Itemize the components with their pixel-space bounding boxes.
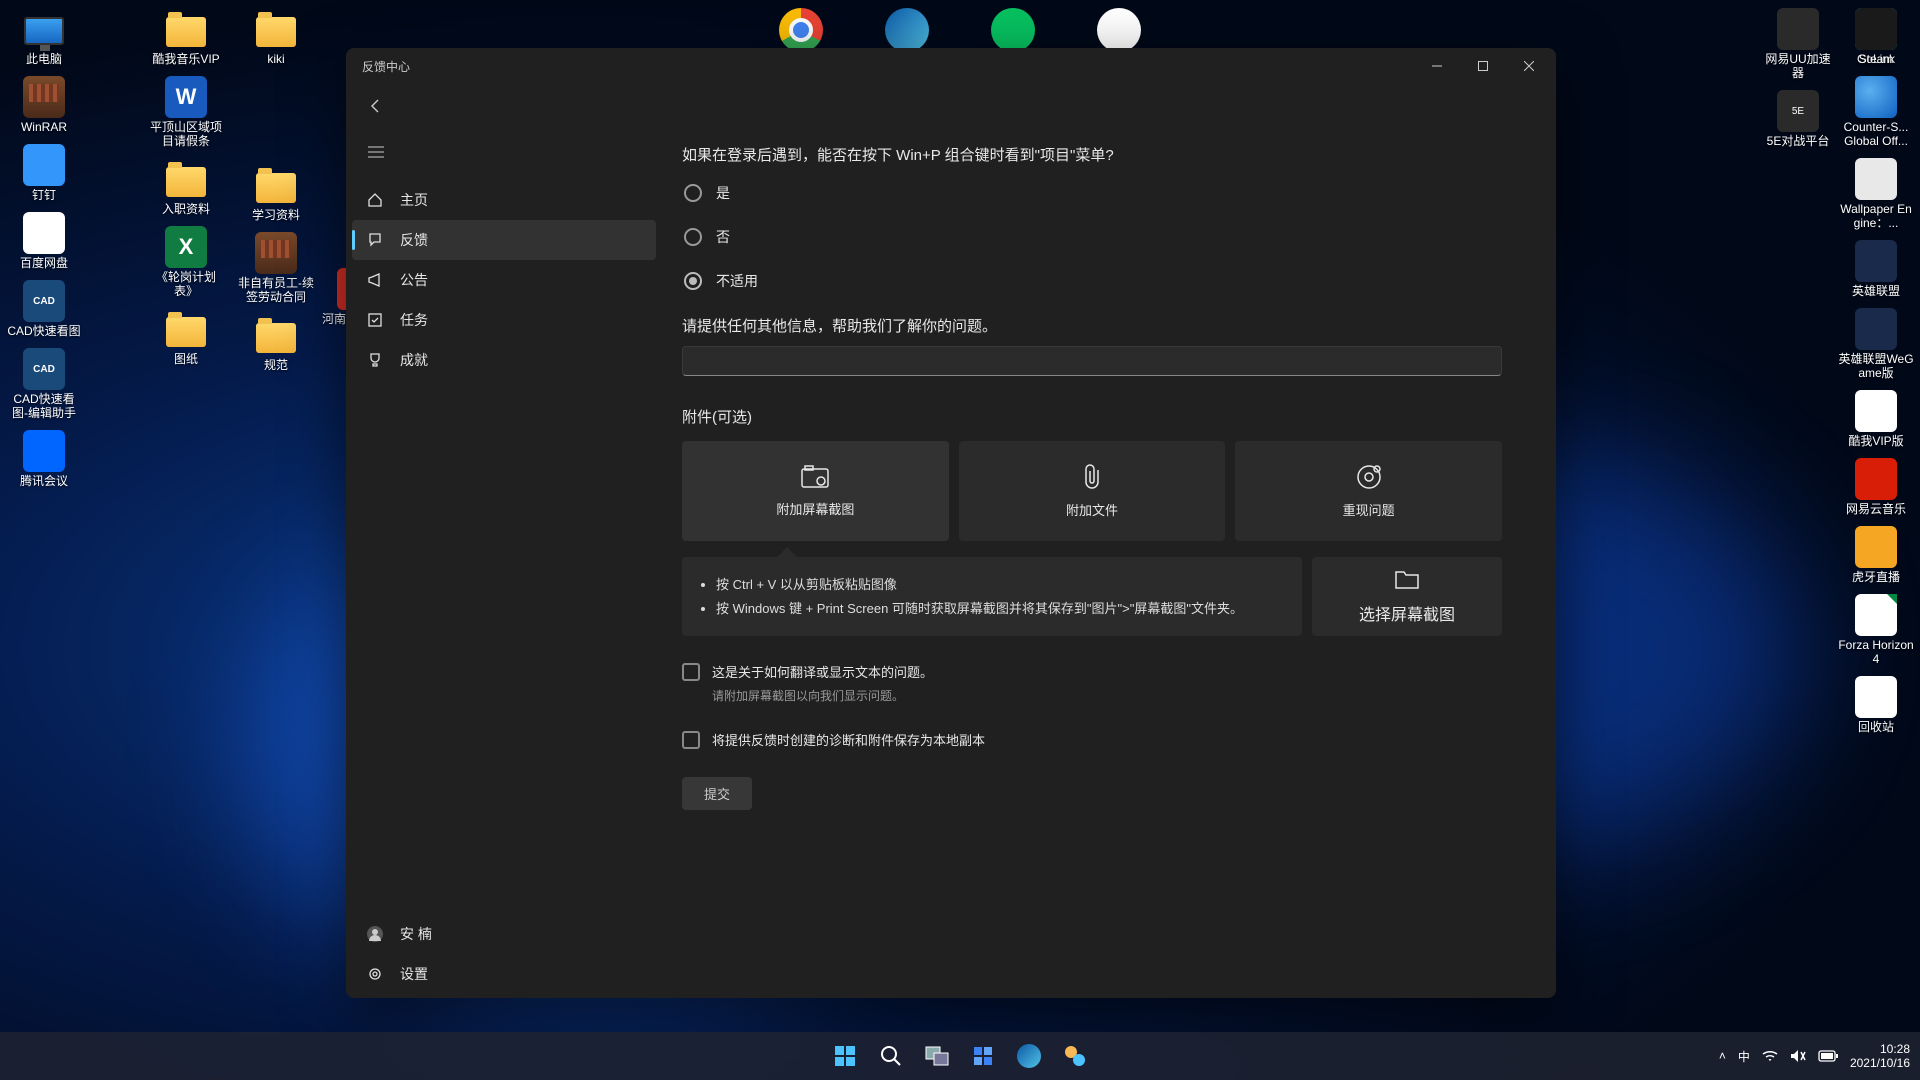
desktop-icon-wallpaper-engine[interactable]: Wallpaper Engine：... — [1838, 158, 1914, 230]
tray-chevron-icon[interactable]: ˄ — [1719, 1049, 1726, 1063]
wifi-icon[interactable] — [1762, 1050, 1778, 1062]
content: 如果在登录后遇到，能否在按下 Win+P 组合键时看到"项目"菜单? 是 否 不… — [662, 128, 1556, 998]
back-button[interactable] — [360, 90, 392, 122]
desktop-icon-steam[interactable]: Steam — [1838, 8, 1914, 66]
close-button[interactable] — [1506, 48, 1552, 84]
nav-feedback[interactable]: 反馈 — [352, 220, 656, 260]
desktop-icon-baidu[interactable]: 百度网盘 — [6, 212, 82, 270]
desktop-icon-qq[interactable] — [1081, 8, 1157, 52]
nav-settings[interactable]: 设置 — [352, 954, 656, 994]
record-icon — [1356, 464, 1382, 490]
tasks-icon — [366, 311, 384, 329]
hamburger-button[interactable] — [356, 134, 396, 170]
gear-icon — [366, 965, 384, 983]
desktop-icon-folder[interactable]: 入职资料 — [148, 158, 224, 216]
desktop-icon-winrar[interactable]: WinRAR — [6, 76, 82, 134]
nav-home[interactable]: 主页 — [352, 180, 656, 220]
desktop-icon-kuwo[interactable]: 酷我VIP版 — [1838, 390, 1914, 448]
desktop-icon-folder[interactable]: 酷我音乐VIP — [148, 8, 224, 66]
desktop-icon-huya[interactable]: 虎牙直播 — [1838, 526, 1914, 584]
taskbar: ˄ 中 10:282021/10/16 — [0, 1032, 1920, 1080]
paperclip-icon — [1081, 464, 1103, 490]
submit-button[interactable]: 提交 — [682, 777, 752, 810]
volume-icon[interactable] — [1790, 1049, 1806, 1063]
feedback-hub-window: 反馈中心 主页 反馈 公告 任务 成就 安 楠 设置 如果在登录后遇到，能否在按… — [346, 48, 1556, 998]
radio-na[interactable]: 不适用 — [684, 271, 1502, 291]
camera-icon — [801, 465, 829, 489]
desktop-icon-word-doc[interactable]: W平顶山区域项目请假条 — [148, 76, 224, 148]
taskview-button[interactable] — [917, 1036, 957, 1076]
clock[interactable]: 10:282021/10/16 — [1850, 1042, 1910, 1070]
user-avatar-icon — [366, 925, 384, 943]
desktop-icon-netease-music[interactable]: 网易云音乐 — [1838, 458, 1914, 516]
desktop-icon-uu[interactable]: 网易UU加速器 — [1760, 8, 1836, 80]
feedback-icon — [366, 231, 384, 249]
sidebar: 主页 反馈 公告 任务 成就 安 楠 设置 — [346, 128, 662, 998]
desktop-top-row — [763, 8, 1157, 52]
radio-no[interactable]: 否 — [684, 227, 1502, 247]
desktop-icon-chrome[interactable] — [763, 8, 839, 52]
radio-yes[interactable]: 是 — [684, 183, 1502, 203]
titlebar[interactable]: 反馈中心 — [346, 48, 1556, 84]
attach-file-card[interactable]: 附加文件 — [959, 441, 1226, 541]
taskbar-feedback-hub[interactable] — [1055, 1036, 1095, 1076]
start-button[interactable] — [825, 1036, 865, 1076]
nav-tasks[interactable]: 任务 — [352, 300, 656, 340]
recreate-problem-card[interactable]: 重现问题 — [1235, 441, 1502, 541]
checkbox-save-local[interactable]: 将提供反馈时创建的诊断和附件保存为本地副本 — [682, 730, 1502, 749]
desktop-icon-lol[interactable]: 英雄联盟 — [1838, 240, 1914, 298]
attach-screenshot-card[interactable]: 附加屏幕截图 — [682, 441, 949, 541]
attach-heading: 附件(可选) — [682, 406, 1502, 427]
maximize-button[interactable] — [1460, 48, 1506, 84]
widgets-button[interactable] — [963, 1036, 1003, 1076]
home-icon — [366, 191, 384, 209]
checkbox-helper: 请附加屏幕截图以向我们显示问题。 — [712, 687, 1502, 704]
desktop-icon-tencent-meeting[interactable]: 腾讯会议 — [6, 430, 82, 488]
checkbox-translation[interactable]: 这是关于如何翻译或显示文本的问题。 — [682, 662, 1502, 681]
battery-icon[interactable] — [1818, 1050, 1838, 1062]
desktop-icon-cad[interactable]: CADCAD快速看图 — [6, 280, 82, 338]
taskbar-edge[interactable] — [1009, 1036, 1049, 1076]
desktop-icon-excel-doc[interactable]: X《轮岗计划表》 — [148, 226, 224, 298]
desktop-icon-cad-edit[interactable]: CADCAD快速看图-编辑助手 — [6, 348, 82, 420]
desktop-icon-folder[interactable]: 规范 — [238, 314, 314, 372]
desktop-icon-folder[interactable]: kiki — [238, 8, 314, 66]
nav-user[interactable]: 安 楠 — [352, 914, 656, 954]
nav-achieve[interactable]: 成就 — [352, 340, 656, 380]
trophy-icon — [366, 351, 384, 369]
desktop-icon-folder[interactable]: 图纸 — [148, 308, 224, 366]
desktop-icon-lol-wegame[interactable]: 英雄联盟WeGame版 — [1838, 308, 1914, 380]
detail-input[interactable] — [682, 346, 1502, 376]
detail-label: 请提供任何其他信息，帮助我们了解你的问题。 — [682, 315, 1502, 336]
desktop-icon-forza[interactable]: Forza Horizon 4 — [1838, 594, 1914, 666]
folder-icon — [1394, 569, 1420, 591]
nav-announce[interactable]: 公告 — [352, 260, 656, 300]
window-title: 反馈中心 — [362, 58, 410, 75]
question-text: 如果在登录后遇到，能否在按下 Win+P 组合键时看到"项目"菜单? — [682, 144, 1502, 165]
desktop-icon-5e[interactable]: 5E5E对战平台 — [1760, 90, 1836, 148]
desktop-icon-csgo[interactable]: Counter-S... Global Off... — [1838, 76, 1914, 148]
choose-screenshot-button[interactable]: 选择屏幕截图 — [1312, 557, 1502, 636]
screenshot-tips: 按 Ctrl + V 以从剪贴板粘贴图像 按 Windows 键 + Print… — [682, 557, 1302, 636]
ime-indicator[interactable]: 中 — [1738, 1048, 1750, 1065]
desktop-icon-edge[interactable] — [869, 8, 945, 52]
megaphone-icon — [366, 271, 384, 289]
desktop-icon-folder[interactable]: 学习资料 — [238, 164, 314, 222]
desktop-icon-wechat[interactable] — [975, 8, 1051, 52]
search-button[interactable] — [871, 1036, 911, 1076]
desktop-icon-dingding[interactable]: 钉钉 — [6, 144, 82, 202]
desktop-icon-archive[interactable]: 非自有员工-续签劳动合同 — [238, 232, 314, 304]
desktop-icon-recycle-bin[interactable]: 回收站 — [1838, 676, 1914, 734]
system-tray: ˄ 中 10:282021/10/16 — [1719, 1042, 1910, 1070]
desktop-icon-this-pc[interactable]: 此电脑 — [6, 8, 82, 66]
minimize-button[interactable] — [1414, 48, 1460, 84]
